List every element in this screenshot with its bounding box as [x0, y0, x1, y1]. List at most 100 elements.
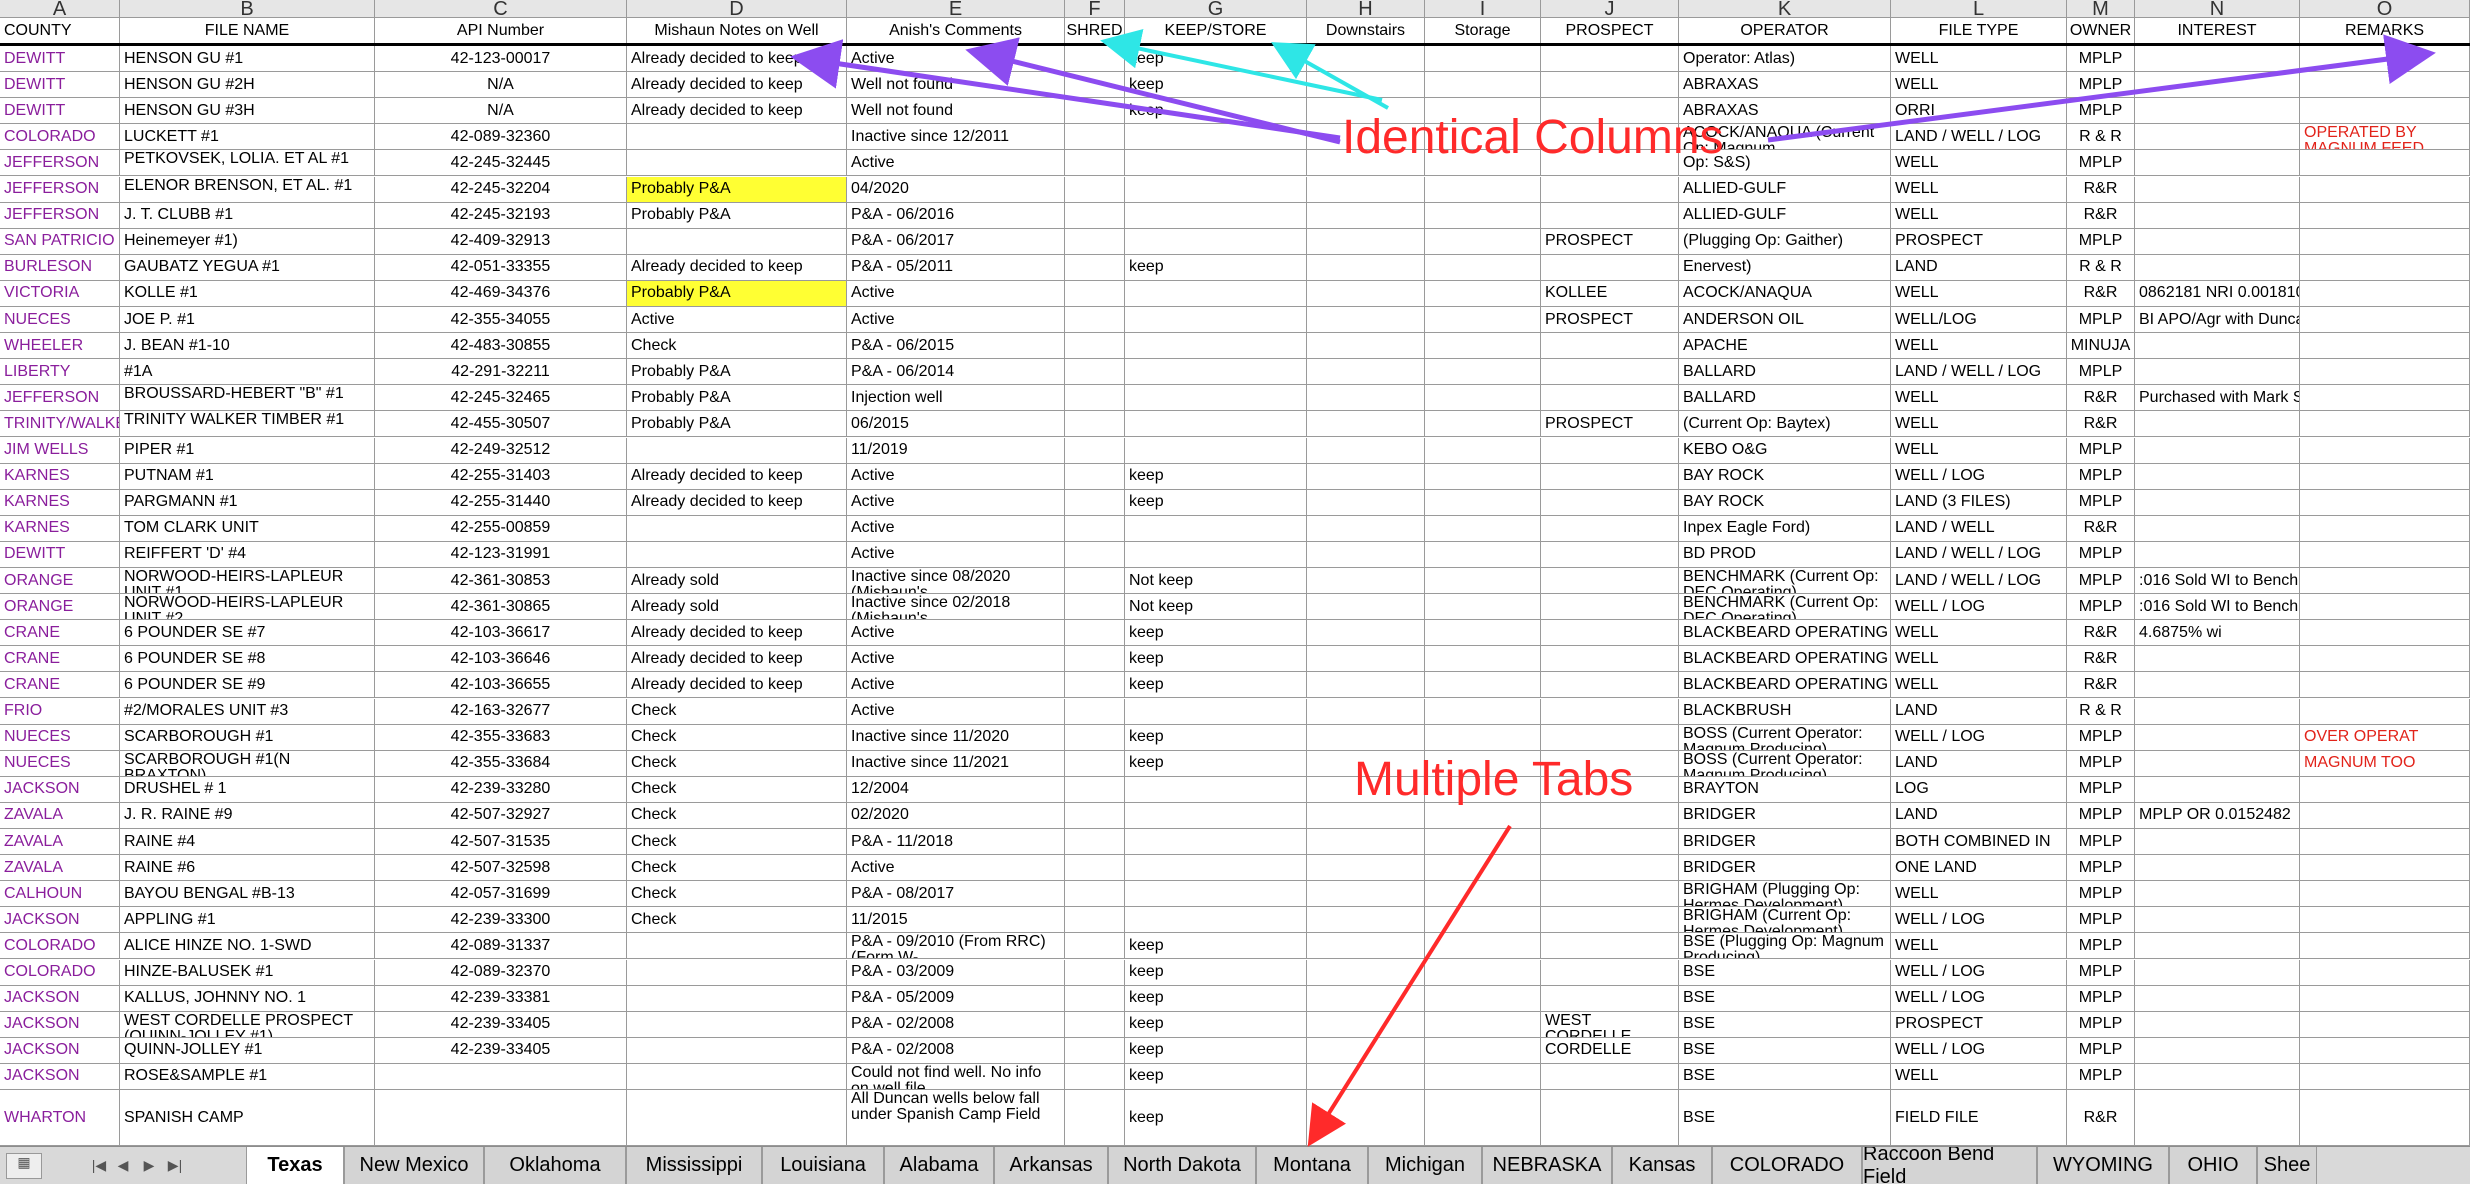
- cell-n[interactable]: [2135, 150, 2300, 176]
- cell-f[interactable]: [1065, 98, 1125, 124]
- cell-c[interactable]: 42-103-36617: [375, 620, 627, 646]
- cell-l[interactable]: PROSPECT: [1891, 1011, 2067, 1037]
- cell-a[interactable]: DEWITT: [0, 541, 120, 567]
- cell-c[interactable]: 42-239-33280: [375, 776, 627, 802]
- cell-h[interactable]: [1307, 228, 1425, 254]
- cell-a[interactable]: JACKSON: [0, 776, 120, 802]
- cell-e[interactable]: P&A - 03/2009: [847, 959, 1065, 985]
- cell-c[interactable]: 42-361-30865: [375, 594, 627, 620]
- cell-g[interactable]: Not keep: [1125, 568, 1307, 594]
- cell-k[interactable]: BALLARD: [1679, 385, 1891, 411]
- sheet-tab-colorado[interactable]: COLORADO: [1712, 1147, 1862, 1184]
- cell-j[interactable]: [1541, 829, 1679, 855]
- cell-a[interactable]: JIM WELLS: [0, 437, 120, 463]
- cell-n[interactable]: [2135, 750, 2300, 776]
- column-header-m[interactable]: M: [2067, 0, 2135, 18]
- cell-h[interactable]: [1307, 907, 1425, 933]
- cell-o[interactable]: [2300, 1063, 2470, 1089]
- cell-c[interactable]: 42-249-32512: [375, 437, 627, 463]
- cell-c[interactable]: 42-123-31991: [375, 541, 627, 567]
- cell-j[interactable]: [1541, 698, 1679, 724]
- cell-h[interactable]: [1307, 672, 1425, 698]
- cell-a[interactable]: WHEELER: [0, 333, 120, 359]
- cell-g[interactable]: [1125, 541, 1307, 567]
- cell-d[interactable]: Probably P&A: [627, 411, 847, 437]
- cell-g[interactable]: keep: [1125, 1037, 1307, 1063]
- cell-k[interactable]: BAY ROCK: [1679, 489, 1891, 515]
- cell-b[interactable]: ROSE&SAMPLE #1: [120, 1063, 375, 1089]
- cell-b[interactable]: GAUBATZ YEGUA #1: [120, 254, 375, 280]
- cell-j[interactable]: [1541, 907, 1679, 933]
- cell-d[interactable]: Already decided to keep: [627, 620, 847, 646]
- cell-d[interactable]: [627, 933, 847, 959]
- cell-i[interactable]: [1425, 985, 1541, 1011]
- cell-h[interactable]: [1307, 985, 1425, 1011]
- cell-k[interactable]: Enervest): [1679, 254, 1891, 280]
- sheet-tab-ohio[interactable]: OHIO: [2169, 1147, 2257, 1184]
- cell-i[interactable]: [1425, 672, 1541, 698]
- cell-f[interactable]: [1065, 855, 1125, 881]
- cell-i[interactable]: [1425, 1090, 1541, 1145]
- cell-g[interactable]: keep: [1125, 463, 1307, 489]
- cell-h[interactable]: [1307, 333, 1425, 359]
- cell-h[interactable]: [1307, 307, 1425, 333]
- cell-c[interactable]: 42-103-36655: [375, 672, 627, 698]
- cell-g[interactable]: keep: [1125, 959, 1307, 985]
- cell-n[interactable]: [2135, 1090, 2300, 1145]
- cell-g[interactable]: keep: [1125, 672, 1307, 698]
- cell-l[interactable]: WELL: [1891, 411, 2067, 437]
- header-cell[interactable]: OWNER: [2067, 18, 2135, 43]
- cell-j[interactable]: [1541, 541, 1679, 567]
- cell-j[interactable]: [1541, 620, 1679, 646]
- cell-n[interactable]: [2135, 411, 2300, 437]
- cell-h[interactable]: [1307, 515, 1425, 541]
- cell-a[interactable]: DEWITT: [0, 46, 120, 72]
- cell-o[interactable]: OPERATED BY MAGNUM FEED: [2300, 124, 2470, 150]
- cell-a[interactable]: COLORADO: [0, 124, 120, 150]
- cell-i[interactable]: [1425, 855, 1541, 881]
- cell-m[interactable]: MPLP: [2067, 359, 2135, 385]
- cell-j[interactable]: WEST CORDELLE: [1541, 1011, 1679, 1037]
- cell-g[interactable]: [1125, 202, 1307, 228]
- cell-e[interactable]: All Duncan wells below fall under Spanis…: [847, 1090, 1065, 1145]
- cell-g[interactable]: keep: [1125, 724, 1307, 750]
- cell-c[interactable]: 42-245-32193: [375, 202, 627, 228]
- cell-d[interactable]: [627, 985, 847, 1011]
- cell-i[interactable]: [1425, 437, 1541, 463]
- cell-a[interactable]: JACKSON: [0, 907, 120, 933]
- cell-d[interactable]: Check: [627, 855, 847, 881]
- cell-k[interactable]: BALLARD: [1679, 359, 1891, 385]
- cell-l[interactable]: WELL: [1891, 933, 2067, 959]
- cell-n[interactable]: [2135, 515, 2300, 541]
- cell-o[interactable]: [2300, 646, 2470, 672]
- sheet-view-icon[interactable]: ▦: [6, 1153, 42, 1179]
- cell-h[interactable]: [1307, 280, 1425, 306]
- cell-e[interactable]: 12/2004: [847, 776, 1065, 802]
- cell-h[interactable]: [1307, 1090, 1425, 1145]
- cell-n[interactable]: [2135, 959, 2300, 985]
- cell-o[interactable]: [2300, 985, 2470, 1011]
- cell-f[interactable]: [1065, 646, 1125, 672]
- header-cell[interactable]: Storage: [1425, 18, 1541, 43]
- cell-h[interactable]: [1307, 855, 1425, 881]
- sheet-tab-montana[interactable]: Montana: [1256, 1147, 1368, 1184]
- cell-l[interactable]: LAND (3 FILES): [1891, 489, 2067, 515]
- cell-k[interactable]: BSE: [1679, 1011, 1891, 1037]
- cell-f[interactable]: [1065, 750, 1125, 776]
- cell-a[interactable]: ZAVALA: [0, 855, 120, 881]
- cell-c[interactable]: 42-355-33683: [375, 724, 627, 750]
- cell-e[interactable]: Active: [847, 646, 1065, 672]
- cell-o[interactable]: [2300, 907, 2470, 933]
- cell-k[interactable]: BRIDGER: [1679, 855, 1891, 881]
- cell-c[interactable]: 42-255-00859: [375, 515, 627, 541]
- cell-n[interactable]: [2135, 646, 2300, 672]
- cell-m[interactable]: MPLP: [2067, 802, 2135, 828]
- cell-k[interactable]: BSE: [1679, 1037, 1891, 1063]
- cell-d[interactable]: [627, 541, 847, 567]
- cell-e[interactable]: 11/2019: [847, 437, 1065, 463]
- cell-i[interactable]: [1425, 280, 1541, 306]
- cell-h[interactable]: [1307, 489, 1425, 515]
- cell-g[interactable]: [1125, 515, 1307, 541]
- cell-b[interactable]: ELENOR BRENSON, ET AL. #1: [120, 176, 375, 202]
- cell-b[interactable]: DRUSHEL # 1: [120, 776, 375, 802]
